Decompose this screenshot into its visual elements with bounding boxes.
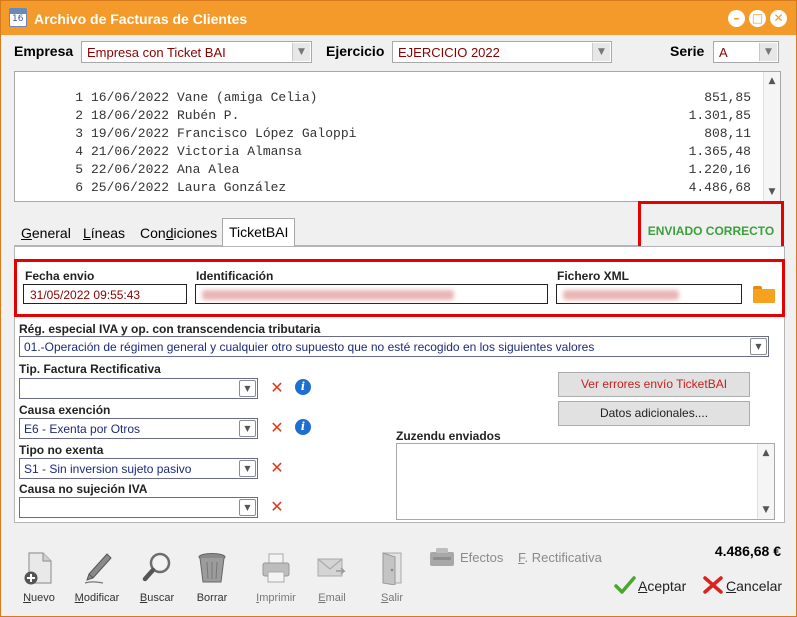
empresa-select[interactable]: Empresa con Ticket BAI ▼ — [81, 41, 312, 63]
pen-icon — [84, 553, 112, 584]
buscar-button[interactable]: Buscar — [130, 549, 184, 609]
new-document-icon — [24, 552, 52, 585]
fecha-envio-label: Fecha envio — [25, 269, 95, 283]
list-scrollbar[interactable]: ▲ ▼ — [763, 72, 780, 201]
chevron-down-icon[interactable]: ▼ — [239, 460, 256, 477]
empresa-label: Empresa — [14, 43, 74, 59]
ejercicio-value: EJERCICIO 2022 — [398, 45, 500, 60]
borrar-button[interactable]: Borrar — [185, 549, 239, 609]
list-item[interactable]: 5 22/06/2022 Ana Alea 1.220,16 — [15, 147, 755, 177]
tipo-no-exenta-select[interactable]: S1 - Sin inversion sujeto pasivo ▼ — [19, 458, 258, 479]
tip-rectificativa-select[interactable]: ▼ — [19, 378, 258, 399]
door-exit-icon — [382, 552, 402, 585]
printer-icon — [262, 553, 290, 583]
clear-icon[interactable]: ✕ — [270, 499, 284, 515]
zuzendu-textarea[interactable]: ▲ ▼ — [396, 443, 775, 520]
tipo-no-exenta-value: S1 - Sin inversion sujeto pasivo — [24, 462, 192, 476]
chevron-down-icon[interactable]: ▼ — [292, 43, 310, 61]
nuevo-button[interactable]: Nuevo — [12, 549, 66, 609]
list-item[interactable]: 1 16/06/2022 Vane (amiga Celia) 851,85 — [15, 75, 755, 105]
chevron-down-icon[interactable]: ▼ — [592, 43, 610, 61]
envelope-icon — [317, 558, 346, 577]
causa-exencion-value: E6 - Exenta por Otros — [24, 422, 141, 436]
efectos-icon — [430, 548, 454, 566]
aceptar-button[interactable]: Aceptar — [638, 578, 686, 594]
tip-rectificativa-label: Tip. Factura Rectificativa — [19, 362, 161, 376]
salir-button[interactable]: Salir — [365, 549, 419, 609]
email-button[interactable]: Email — [305, 549, 359, 609]
calendar-icon: 16 — [9, 8, 27, 27]
tipo-no-exenta-label: Tipo no exenta — [19, 443, 104, 457]
fecha-envio-value: 31/05/2022 09:55:43 — [30, 288, 141, 302]
causa-exencion-label: Causa exención — [19, 403, 111, 417]
imprimir-button[interactable]: Imprimir — [249, 549, 303, 609]
clear-icon[interactable]: ✕ — [270, 380, 284, 396]
minimize-icon[interactable]: – — [728, 10, 745, 27]
tab-ticketbai[interactable]: TicketBAI — [222, 218, 296, 246]
textarea-scrollbar[interactable]: ▲ ▼ — [757, 444, 774, 519]
chevron-up-icon[interactable]: ▲ — [764, 73, 780, 89]
zuzendu-label: Zuzendu enviados — [396, 429, 501, 443]
chevron-down-icon[interactable]: ▼ — [239, 499, 256, 516]
chevron-down-icon[interactable]: ▼ — [239, 380, 256, 397]
regimen-select[interactable]: 01.-Operación de régimen general y cualq… — [19, 336, 769, 357]
tab-general[interactable]: General — [15, 222, 77, 245]
ver-errores-button[interactable]: Ver errores envío TicketBAI — [558, 372, 750, 397]
causa-no-sujecion-select[interactable]: ▼ — [19, 497, 258, 518]
serie-label: Serie — [670, 43, 705, 59]
chevron-down-icon[interactable]: ▼ — [764, 184, 780, 200]
regimen-label: Rég. especial IVA y op. con transcendenc… — [19, 322, 321, 336]
folder-icon[interactable] — [753, 286, 775, 303]
title-bar[interactable]: 16 Archivo de Facturas de Clientes – □ ✕ — [1, 1, 796, 35]
status-text: ENVIADO CORRECTO — [647, 224, 775, 238]
redacted-value — [202, 290, 454, 300]
list-item[interactable]: 3 19/06/2022 Francisco López Galoppi 808,11 — [15, 111, 755, 141]
causa-no-sujecion-label: Causa no sujeción IVA — [19, 482, 148, 496]
chevron-up-icon[interactable]: ▲ — [758, 445, 774, 461]
list-item[interactable]: 6 25/06/2022 Laura González 4.486,68 — [15, 165, 755, 195]
fecha-envio-field[interactable]: 31/05/2022 09:55:43 — [23, 284, 187, 304]
tab-condiciones[interactable]: Condiciones — [134, 222, 223, 245]
window-title: Archivo de Facturas de Clientes — [34, 11, 248, 27]
identificacion-field[interactable] — [195, 284, 548, 304]
efectos-button[interactable]: Efectos — [460, 550, 503, 565]
causa-exencion-select[interactable]: E6 - Exenta por Otros ▼ — [19, 418, 258, 439]
search-icon — [142, 552, 171, 582]
maximize-icon[interactable]: □ — [749, 10, 766, 27]
check-icon — [614, 576, 636, 594]
ejercicio-label: Ejercicio — [326, 43, 385, 59]
redacted-value — [563, 290, 679, 300]
chevron-down-icon[interactable]: ▼ — [758, 502, 774, 518]
invoice-list[interactable]: 1 16/06/2022 Vane (amiga Celia) 851,85 2 18/… — [14, 71, 781, 202]
close-icon[interactable]: ✕ — [770, 10, 787, 27]
invoice-total: 4.486,68 € — [714, 543, 781, 559]
list-item[interactable]: 4 21/06/2022 Victoria Almansa 1.365,48 — [15, 129, 755, 159]
info-icon[interactable]: i — [295, 419, 311, 435]
chevron-down-icon[interactable]: ▼ — [759, 43, 777, 61]
clear-icon[interactable]: ✕ — [270, 460, 284, 476]
cancel-icon — [703, 576, 723, 594]
tab-lineas[interactable]: Líneas — [77, 222, 131, 245]
cancelar-button[interactable]: Cancelar — [726, 578, 782, 594]
regimen-value: 01.-Operación de régimen general y cualq… — [24, 340, 595, 354]
fichero-xml-label: Fichero XML — [557, 269, 630, 283]
chevron-down-icon[interactable]: ▼ — [750, 338, 767, 355]
trash-icon — [198, 553, 226, 583]
info-icon[interactable]: i — [295, 379, 311, 395]
serie-select[interactable]: A ▼ — [713, 41, 779, 63]
modificar-button[interactable]: Modificar — [70, 549, 124, 609]
empresa-value: Empresa con Ticket BAI — [87, 45, 226, 60]
identificacion-label: Identificación — [196, 269, 274, 283]
invoice-window: 16 Archivo de Facturas de Clientes – □ ✕… — [0, 0, 797, 617]
fichero-xml-field[interactable] — [556, 284, 742, 304]
ejercicio-select[interactable]: EJERCICIO 2022 ▼ — [392, 41, 612, 63]
datos-adicionales-button[interactable]: Datos adicionales.... — [558, 401, 750, 426]
clear-icon[interactable]: ✕ — [270, 420, 284, 436]
rectificativa-button[interactable]: F. Rectificativa — [518, 550, 602, 565]
list-item[interactable]: 2 18/06/2022 Rubén P. 1.301,85 — [15, 93, 755, 123]
chevron-down-icon[interactable]: ▼ — [239, 420, 256, 437]
serie-value: A — [719, 45, 728, 60]
